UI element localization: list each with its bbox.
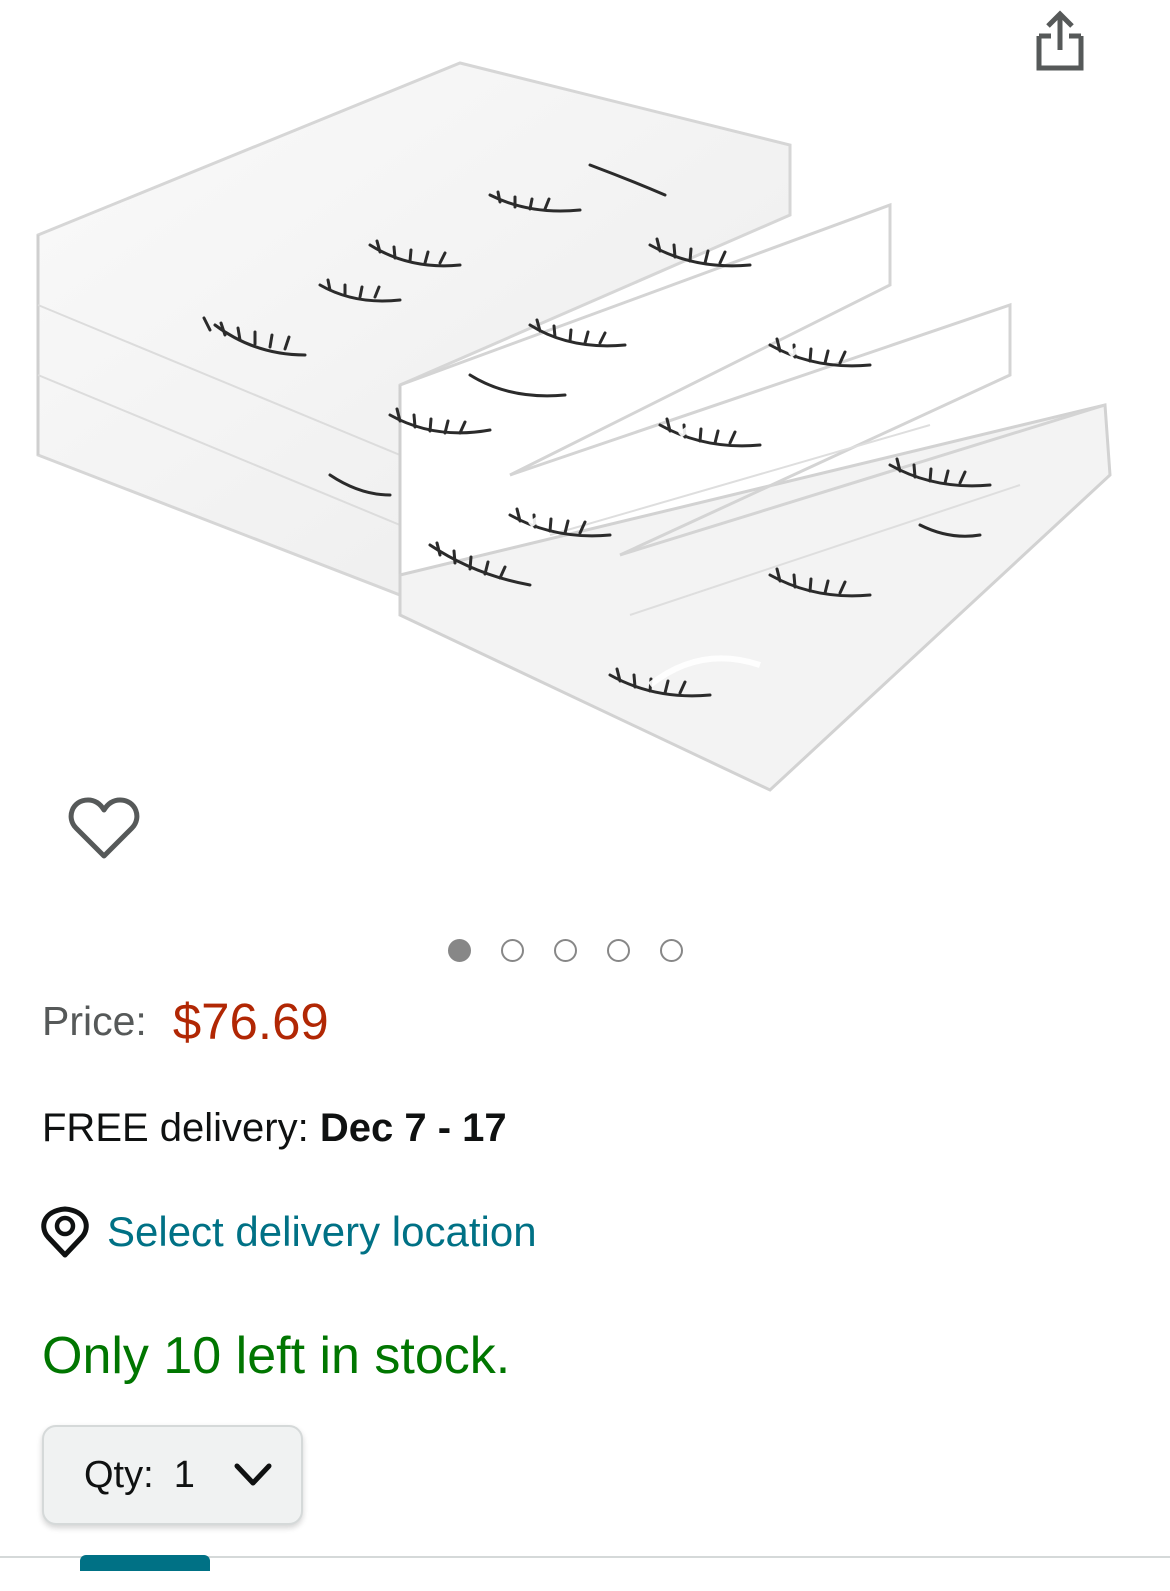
image-carousel-indicator	[448, 936, 683, 964]
carousel-dot-3[interactable]	[554, 938, 577, 962]
quantity-value: 1	[173, 1453, 195, 1496]
select-delivery-location-link[interactable]: Select delivery location	[107, 1208, 537, 1256]
bottom-button-edge[interactable]	[80, 1555, 210, 1571]
quantity-dropdown[interactable]: Qty: 1	[42, 1425, 303, 1525]
delivery-prefix: FREE delivery:	[42, 1106, 320, 1150]
price-value: $76.69	[172, 992, 329, 1050]
delivery-dates: Dec 7 - 17	[319, 1106, 507, 1150]
carousel-dot-2[interactable]	[501, 938, 524, 962]
location-pin-icon	[41, 1206, 89, 1258]
heart-icon[interactable]	[68, 794, 140, 862]
price-label: Price:	[42, 997, 147, 1044]
quantity-label: Qty:	[84, 1453, 154, 1496]
product-image[interactable]	[30, 55, 1140, 815]
carousel-dot-1[interactable]	[448, 938, 471, 962]
stock-status: Only 10 left in stock.	[42, 1327, 511, 1385]
delivery-location[interactable]: Select delivery location	[40, 1204, 537, 1260]
chevron-down-icon	[234, 1463, 272, 1486]
delivery-info: FREE delivery: Dec 7 - 17	[42, 1106, 507, 1151]
carousel-dot-5[interactable]	[660, 938, 683, 962]
carousel-dot-4[interactable]	[607, 938, 630, 962]
price-row: Price: $76.69	[42, 990, 329, 1052]
